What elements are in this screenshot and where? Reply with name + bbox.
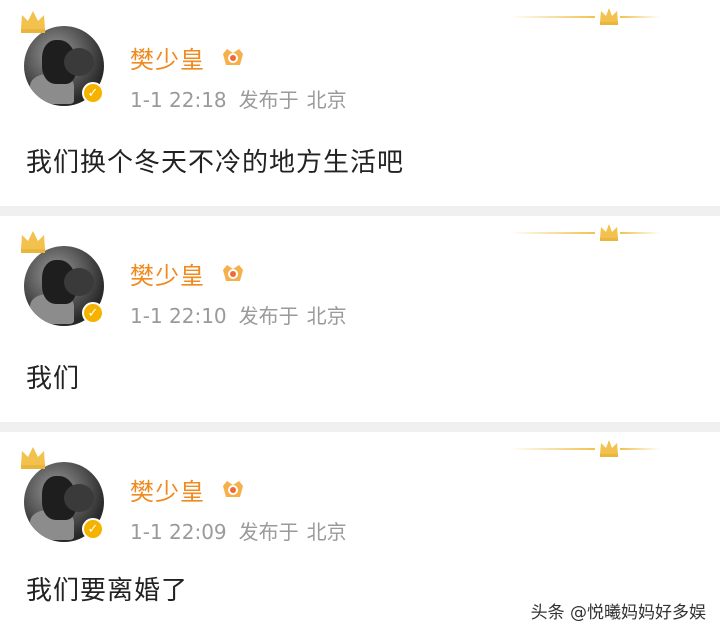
post-location: 北京 <box>306 520 347 544</box>
vip-crown-badge-icon <box>223 265 243 281</box>
username[interactable]: 樊少皇 <box>130 40 205 75</box>
username[interactable]: 樊少皇 <box>130 472 205 507</box>
weibo-post: ✓ 樊少皇 1-1 22:18 发布于 北京 我们换个冬天不冷的地方生活吧 <box>0 0 720 206</box>
crown-icon <box>21 11 45 33</box>
post-meta: 1-1 22:10 发布于 北京 <box>130 300 347 329</box>
weibo-post: ✓ 樊少皇 1-1 22:10 发布于 北京 我们 <box>0 216 720 422</box>
avatar[interactable]: ✓ <box>21 447 110 542</box>
post-header-decoration <box>510 224 660 241</box>
posted-at-label: 发布于 <box>238 520 299 544</box>
posted-at-label: 发布于 <box>238 304 299 328</box>
crown-icon <box>600 440 618 457</box>
post-content: 我们换个冬天不冷的地方生活吧 <box>26 148 405 178</box>
crown-icon <box>600 8 618 25</box>
crown-icon <box>21 231 45 253</box>
post-header-decoration <box>510 440 660 457</box>
vip-crown-badge-icon <box>223 481 243 497</box>
post-meta: 1-1 22:18 发布于 北京 <box>130 84 347 113</box>
vip-crown-badge-icon <box>223 49 243 65</box>
post-content: 我们要离婚了 <box>26 576 189 606</box>
crown-icon <box>600 224 618 241</box>
posted-at-label: 发布于 <box>238 88 299 112</box>
post-header-decoration <box>510 8 660 25</box>
post-time: 1-1 22:18 <box>130 88 227 112</box>
source-watermark: 头条 @悦曦妈妈好多娱 <box>530 603 706 623</box>
post-content: 我们 <box>26 364 81 394</box>
post-time: 1-1 22:10 <box>130 304 227 328</box>
avatar[interactable]: ✓ <box>21 231 110 326</box>
crown-icon <box>21 447 45 469</box>
post-location: 北京 <box>306 304 347 328</box>
post-meta: 1-1 22:09 发布于 北京 <box>130 516 347 545</box>
verified-badge-icon: ✓ <box>82 82 104 104</box>
username[interactable]: 樊少皇 <box>130 256 205 291</box>
post-time: 1-1 22:09 <box>130 520 227 544</box>
avatar[interactable]: ✓ <box>21 11 110 106</box>
post-location: 北京 <box>306 88 347 112</box>
verified-badge-icon: ✓ <box>82 518 104 540</box>
verified-badge-icon: ✓ <box>82 302 104 324</box>
